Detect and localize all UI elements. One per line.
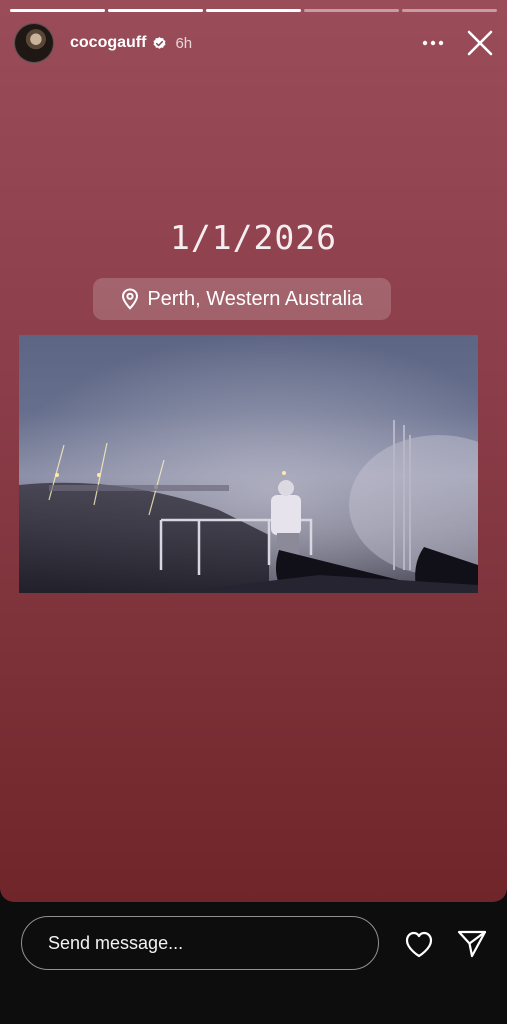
location-sticker[interactable]: Perth, Western Australia xyxy=(93,278,391,320)
story-progress-bar xyxy=(10,9,497,12)
story-date-text: 1/1/2026 xyxy=(170,218,337,257)
more-icon xyxy=(422,40,444,46)
close-icon[interactable] xyxy=(465,28,495,58)
send-icon[interactable] xyxy=(456,928,488,960)
story-header: cocogauff 6h xyxy=(14,22,495,64)
location-pin-icon xyxy=(122,288,139,310)
reply-bar xyxy=(0,902,507,1024)
more-options-button[interactable] xyxy=(419,29,447,57)
progress-segment xyxy=(402,9,497,12)
story-container[interactable]: cocogauff 6h 1/1/2026 Perth, Western Aus… xyxy=(0,0,507,902)
post-time: 6h xyxy=(175,34,193,52)
send-message-input[interactable] xyxy=(21,916,379,970)
username[interactable]: cocogauff xyxy=(70,34,146,52)
progress-segment xyxy=(304,9,399,12)
progress-segment xyxy=(206,9,301,12)
location-label: Perth, Western Australia xyxy=(147,287,363,310)
verified-badge-icon xyxy=(153,36,166,49)
avatar[interactable] xyxy=(14,23,54,63)
story-media-image xyxy=(19,335,478,593)
progress-segment xyxy=(10,9,105,12)
concert-photo xyxy=(19,335,478,593)
progress-segment xyxy=(108,9,203,12)
heart-icon[interactable] xyxy=(403,929,435,959)
